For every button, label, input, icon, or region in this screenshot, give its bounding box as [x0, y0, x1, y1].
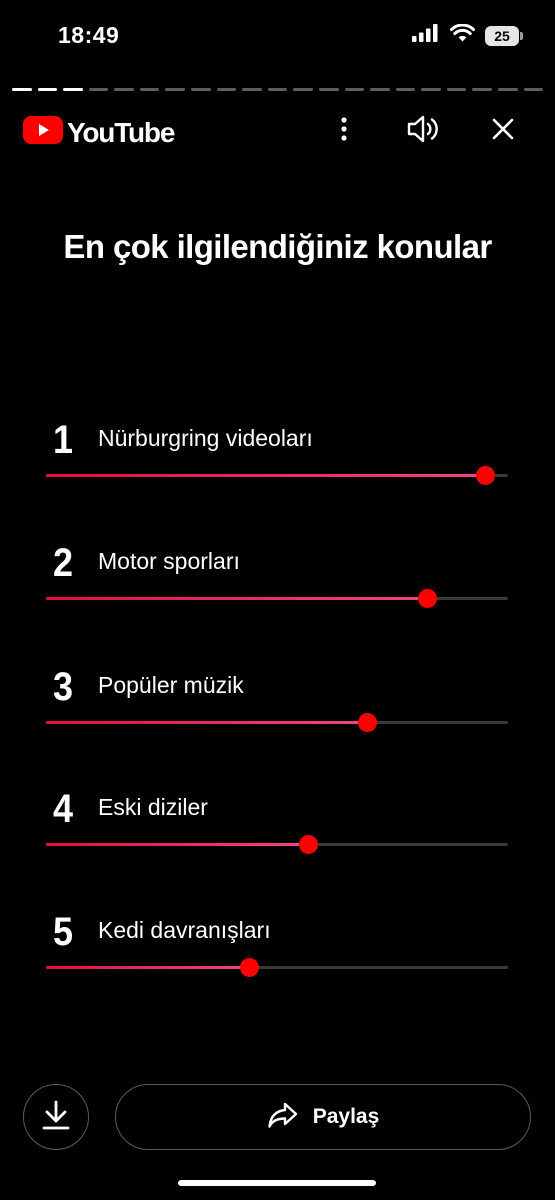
mute-button[interactable]: [404, 112, 442, 150]
volume-icon: [406, 114, 440, 149]
topic-level-knob: [240, 958, 260, 977]
youtube-play-icon: [23, 116, 63, 149]
status-time: 18:49: [58, 22, 120, 48]
topic-level-knob: [418, 589, 438, 608]
story-progress-segment: [497, 88, 518, 91]
topic-label: Popüler müzik: [98, 672, 244, 698]
topic-item: 1 Nürburgring videoları: [0, 418, 555, 498]
topic-label: Nürburgring videoları: [98, 425, 313, 451]
topic-rank: 1: [53, 418, 74, 462]
topic-level-track: [46, 958, 508, 977]
topic-level-fill: [46, 966, 250, 969]
topic-rank: 2: [53, 541, 74, 585]
wifi-icon: [450, 23, 475, 47]
home-indicator[interactable]: [178, 1180, 376, 1186]
topic-level-fill: [46, 474, 485, 477]
story-progress-segment: [267, 88, 288, 91]
story-progress: [12, 88, 544, 91]
story-progress-segment: [165, 88, 186, 91]
story-progress-segment: [216, 88, 237, 91]
topic-level-knob: [475, 466, 495, 485]
topic-level-fill: [46, 721, 368, 724]
cellular-signal-icon: [412, 24, 440, 47]
more-options-button[interactable]: [325, 112, 363, 150]
story-progress-segment: [370, 88, 390, 91]
topic-item: 2 Motor sporları: [0, 541, 555, 621]
story-progress-segment: [114, 88, 134, 91]
story-progress-segment: [293, 88, 313, 91]
download-icon: [41, 1099, 71, 1136]
story-progress-segment: [523, 88, 544, 91]
page-title: En çok ilgilendiğiniz konular: [63, 228, 492, 265]
topic-level-fill: [46, 597, 428, 600]
story-progress-segment: [37, 88, 58, 91]
topic-label: Kedi davranışları: [98, 917, 271, 943]
status-icons: 25: [412, 23, 523, 47]
battery-icon: 25: [485, 25, 523, 46]
topic-item: 4 Eski diziler: [0, 787, 555, 867]
story-progress-segment: [395, 88, 416, 91]
topic-rank: 5: [53, 910, 74, 954]
story-progress-segment: [421, 88, 441, 91]
story-progress-segment: [446, 88, 467, 91]
story-progress-segment: [191, 88, 211, 91]
topic-level-track: [46, 835, 508, 854]
story-progress-segment: [12, 88, 32, 91]
topic-level-fill: [46, 843, 308, 846]
share-label: Paylaş: [312, 1105, 380, 1128]
app-header: YouTube: [0, 108, 555, 154]
youtube-wordmark: YouTube: [67, 116, 175, 148]
more-vertical-icon: [340, 116, 348, 147]
topic-level-track: [46, 713, 508, 732]
share-button[interactable]: Paylaş: [115, 1084, 531, 1150]
download-button[interactable]: [23, 1084, 89, 1150]
topic-level-knob: [358, 713, 378, 732]
story-progress-segment: [139, 88, 160, 91]
share-arrow-icon: [267, 1101, 299, 1134]
topic-rank: 3: [53, 665, 74, 709]
story-progress-segment: [318, 88, 339, 91]
topic-label: Eski diziler: [98, 794, 208, 820]
topic-item: 5 Kedi davranışları: [0, 910, 555, 990]
battery-level: 25: [494, 27, 510, 44]
story-progress-segment: [88, 88, 109, 91]
topic-item: 3 Popüler müzik: [0, 665, 555, 745]
story-progress-segment: [344, 88, 365, 91]
topic-level-knob: [298, 835, 318, 854]
story-progress-segment: [242, 88, 262, 91]
topic-rank: 4: [53, 787, 74, 831]
status-bar: 18:49 25: [0, 0, 555, 76]
youtube-logo: YouTube: [23, 116, 175, 149]
story-progress-segment: [63, 88, 83, 91]
topic-level-track: [46, 466, 508, 485]
close-icon: [492, 118, 514, 145]
close-button[interactable]: [484, 112, 522, 150]
topic-label: Motor sporları: [98, 548, 240, 574]
story-progress-segment: [472, 88, 492, 91]
topic-level-track: [46, 589, 508, 608]
